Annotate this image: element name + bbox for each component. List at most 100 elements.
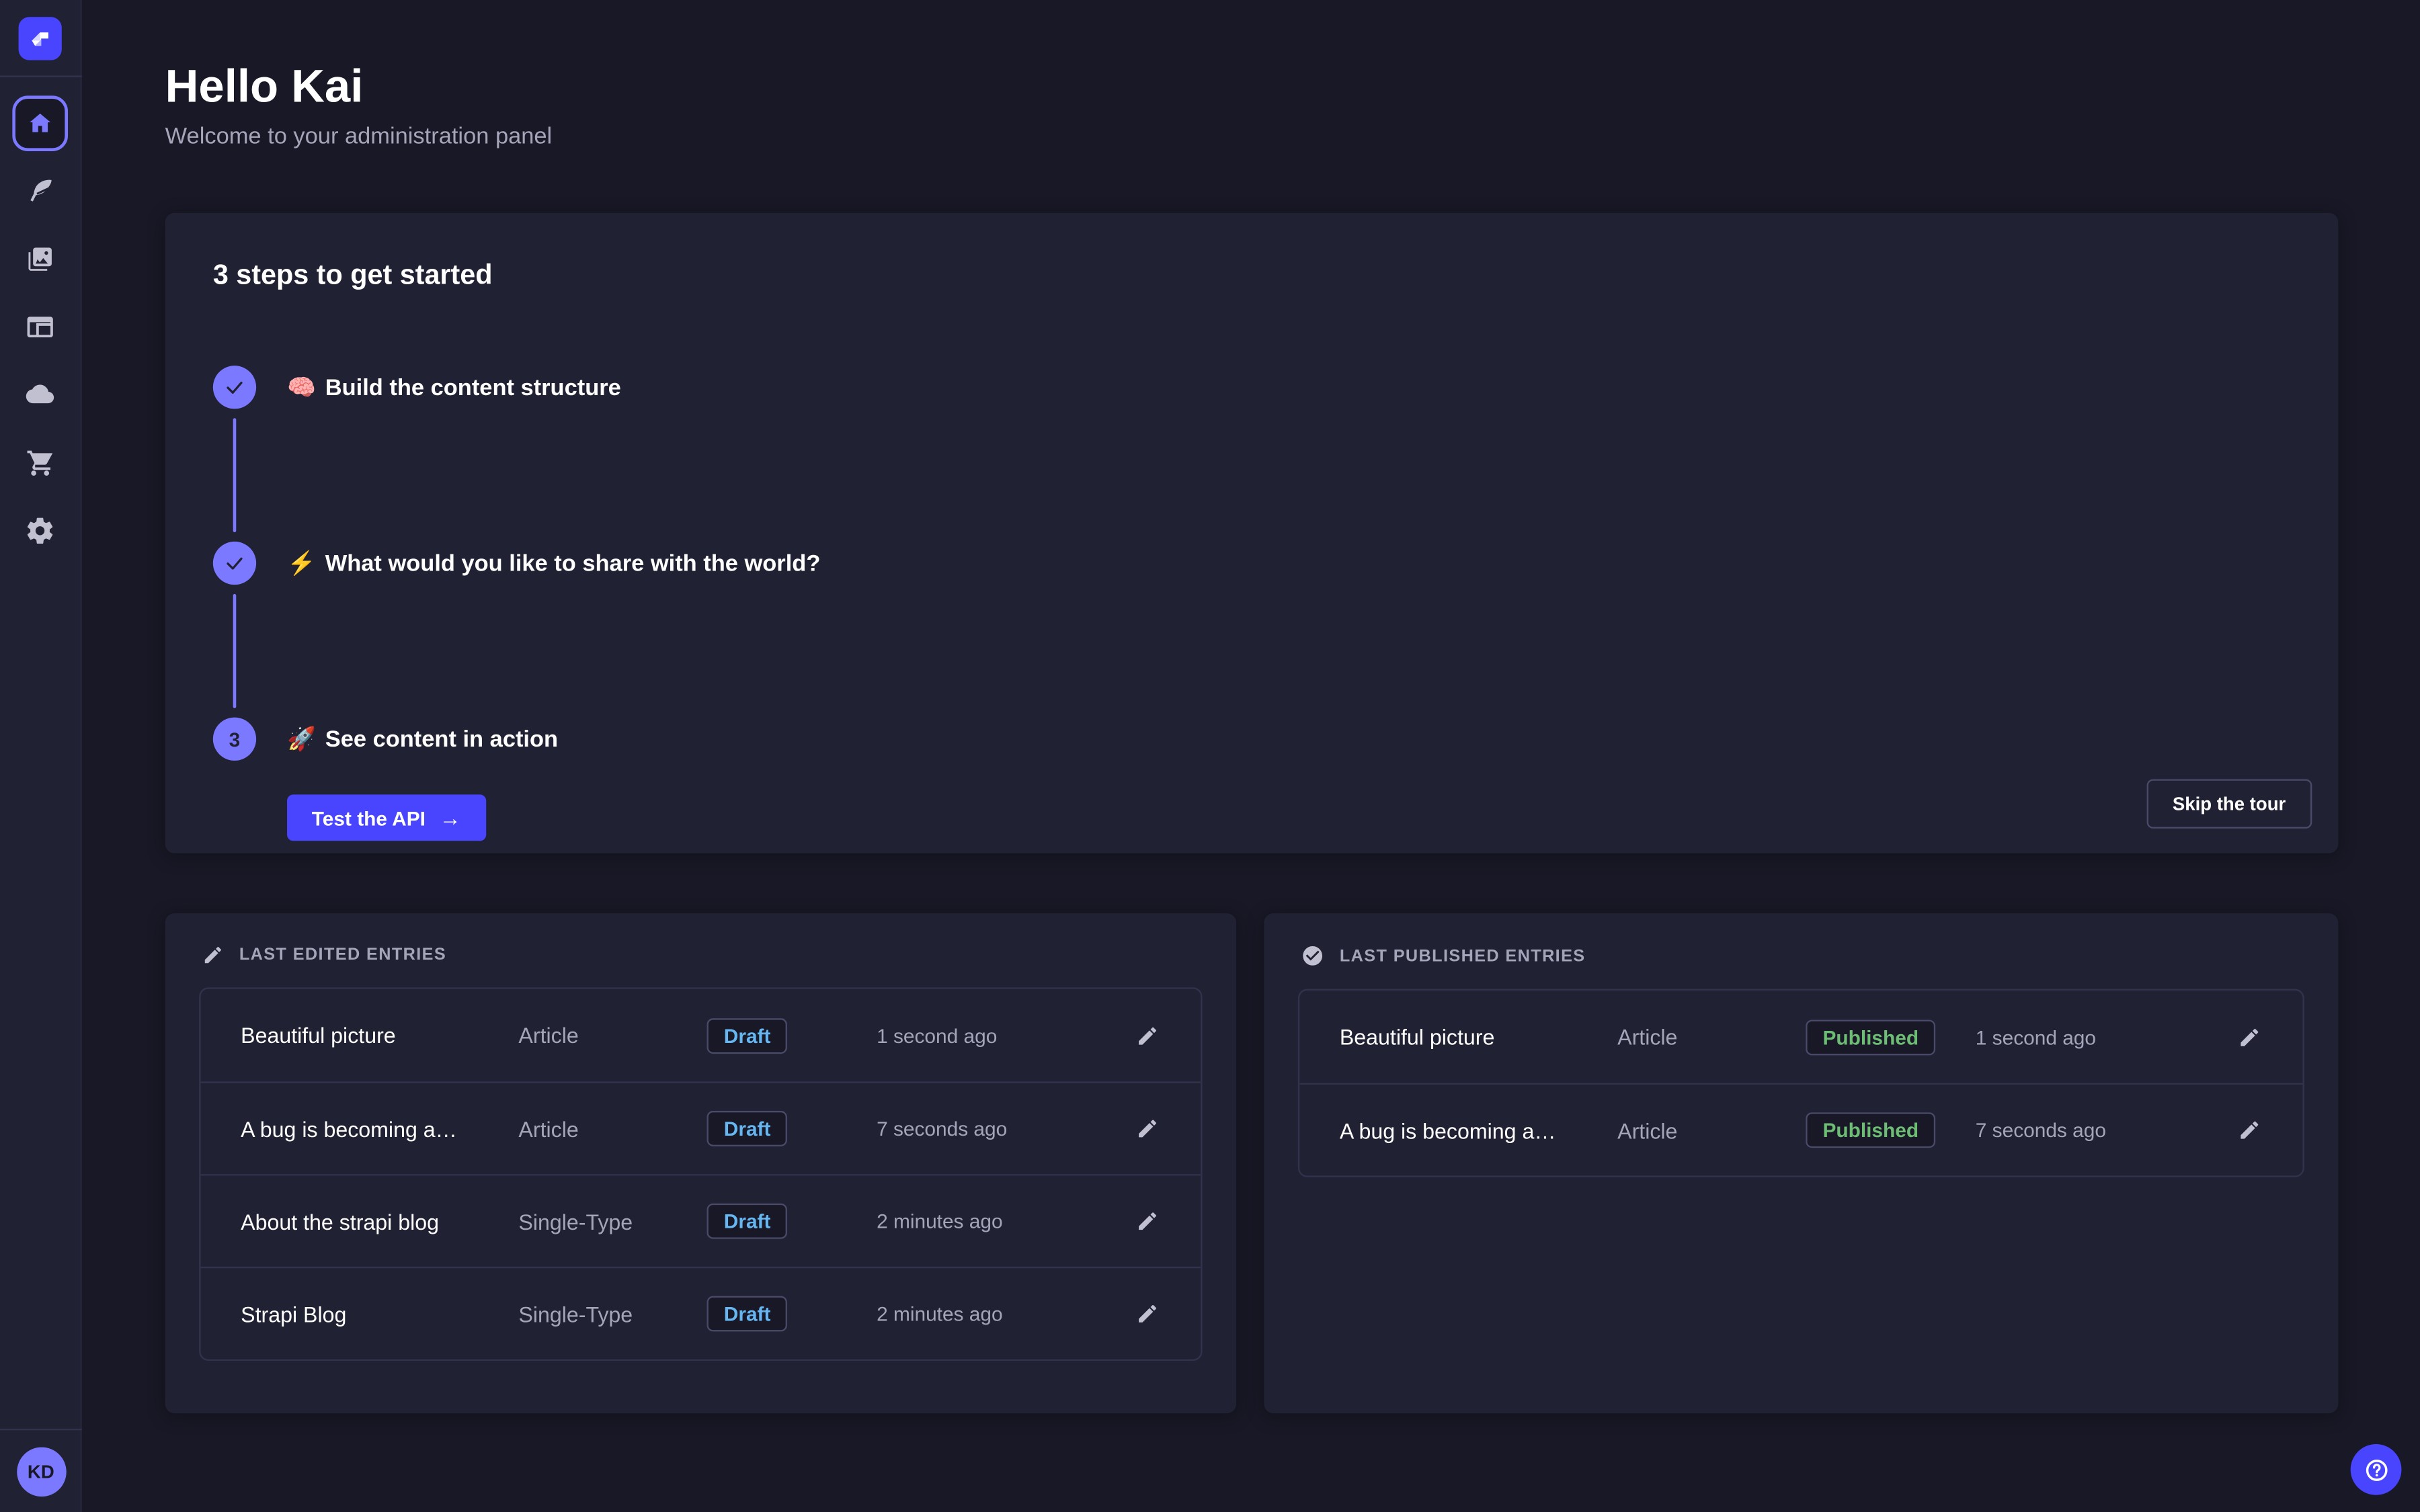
entry-time: 2 minutes ago [877,1210,1123,1232]
pencil-icon [202,944,224,966]
panel-title: LAST EDITED ENTRIES [239,946,446,964]
sidebar-nav [0,77,80,558]
entry-title: Strapi Blog [241,1302,518,1327]
edited-entries-table: Beautiful picture Article Draft 1 second… [199,987,1202,1361]
edit-entry-button[interactable] [2226,1013,2272,1060]
status-badge: Published [1806,1112,1935,1148]
brain-emoji: 🧠 [287,375,316,401]
edit-entry-button[interactable] [1123,1198,1170,1245]
status-badge: Draft [707,1111,788,1146]
sidebar-item-content-type-builder[interactable] [12,299,68,355]
pencil-icon [2237,1025,2260,1048]
admin-dashboard: KD Hello Kai Welcome to your administrat… [0,0,2420,1512]
status-badge: Draft [707,1204,788,1239]
onboarding-card: 3 steps to get started 🧠Build the conten… [165,213,2339,853]
rocket-emoji: 🚀 [287,726,316,753]
status-badge: Draft [707,1017,788,1053]
status-badge: Draft [707,1296,788,1332]
table-row: A bug is becoming a… Article Published 7… [1299,1083,2302,1176]
sidebar-item-home[interactable] [12,95,68,151]
pencil-icon [2237,1119,2260,1142]
lightning-emoji: ⚡ [287,551,316,577]
entry-type: Article [518,1023,707,1048]
skip-tour-button[interactable]: Skip the tour [2146,779,2312,828]
published-entries-table: Beautiful picture Article Published 1 se… [1298,989,2304,1177]
pencil-icon [1135,1302,1158,1325]
question-icon [2362,1456,2390,1483]
cta-row: Test the API → [287,794,820,841]
main-content: Hello Kai Welcome to your administration… [82,0,2420,1512]
step-connector [233,594,237,708]
step-label: 🧠Build the content structure [287,374,621,401]
images-icon [25,244,56,275]
check-icon [224,376,245,398]
entry-title: A bug is becoming a… [241,1116,518,1141]
sidebar-footer: KD [0,1429,82,1512]
entry-time: 7 seconds ago [1976,1119,2226,1142]
last-edited-panel: LAST EDITED ENTRIES Beautiful picture Ar… [165,913,1236,1413]
edit-entry-button[interactable] [1123,1012,1170,1058]
sidebar-item-content-manager[interactable] [12,163,68,219]
table-row: A bug is becoming a… Article Draft 7 sec… [200,1081,1201,1174]
sidebar-item-settings[interactable] [12,503,68,558]
page-subtitle: Welcome to your administration panel [165,124,553,150]
step-connector [233,418,237,532]
step-3-number-circle: 3 [213,718,256,761]
edit-entry-button[interactable] [1123,1291,1170,1337]
feather-icon [25,176,56,207]
home-icon [26,110,54,137]
entry-title: A bug is becoming a… [1340,1118,1617,1142]
test-the-api-button[interactable]: Test the API → [287,794,485,841]
arrow-right-icon: → [440,805,461,830]
entry-type: Article [1617,1024,1806,1049]
table-row: Beautiful picture Article Draft 1 second… [200,989,1201,1082]
entry-title: Beautiful picture [241,1023,518,1048]
table-row: Strapi Blog Single-Type Draft 2 minutes … [200,1267,1201,1359]
check-circle-icon [1301,944,1324,967]
panel-header: LAST PUBLISHED ENTRIES [1264,913,2338,989]
cart-icon [25,448,56,478]
check-icon [224,552,245,574]
help-button[interactable] [2351,1444,2402,1495]
edit-entry-button[interactable] [1123,1105,1170,1152]
pencil-icon [1135,1210,1158,1232]
gear-icon [25,515,56,546]
step-label: 🚀See content in action [287,725,558,753]
cloud-icon [25,380,56,411]
sidebar: KD [0,0,82,1512]
edit-entry-button[interactable] [2226,1107,2272,1153]
strapi-logo-glyph [28,26,52,50]
status-badge: Published [1806,1019,1935,1054]
layout-icon [25,312,56,343]
onboarding-steps: 🧠Build the content structure ⚡What would… [213,366,821,841]
entry-type: Single-Type [518,1209,707,1234]
table-row: About the strapi blog Single-Type Draft … [200,1174,1201,1267]
pencil-icon [1135,1023,1158,1046]
step-share-with-world: ⚡What would you like to share with the w… [213,542,821,585]
page-title: Hello Kai [165,62,364,114]
entry-time: 1 second ago [877,1023,1123,1046]
entry-time: 1 second ago [1976,1025,2226,1048]
panel-title: LAST PUBLISHED ENTRIES [1340,947,1586,966]
strapi-logo [19,16,62,59]
entry-type: Article [1617,1118,1806,1142]
panel-header: LAST EDITED ENTRIES [165,913,1236,987]
table-row: Beautiful picture Article Published 1 se… [1299,991,2302,1083]
onboarding-title: 3 steps to get started [213,259,493,292]
sidebar-item-media-library[interactable] [12,231,68,287]
workspace-logo[interactable] [0,0,81,77]
entry-time: 2 minutes ago [877,1302,1123,1325]
pencil-icon [1135,1117,1158,1140]
step-2-check-circle [213,542,256,585]
avatar[interactable]: KD [16,1446,65,1495]
entry-title: About the strapi blog [241,1209,518,1234]
entry-time: 7 seconds ago [877,1117,1123,1140]
sidebar-item-cloud[interactable] [12,367,68,423]
entry-type: Single-Type [518,1302,707,1327]
last-published-panel: LAST PUBLISHED ENTRIES Beautiful picture… [1264,913,2338,1413]
step-see-content-in-action: 3 🚀See content in action [213,718,821,761]
sidebar-item-marketplace[interactable] [12,435,68,491]
step-label: ⚡What would you like to share with the w… [287,549,820,577]
entry-type: Article [518,1116,707,1141]
step-1-check-circle [213,366,256,409]
